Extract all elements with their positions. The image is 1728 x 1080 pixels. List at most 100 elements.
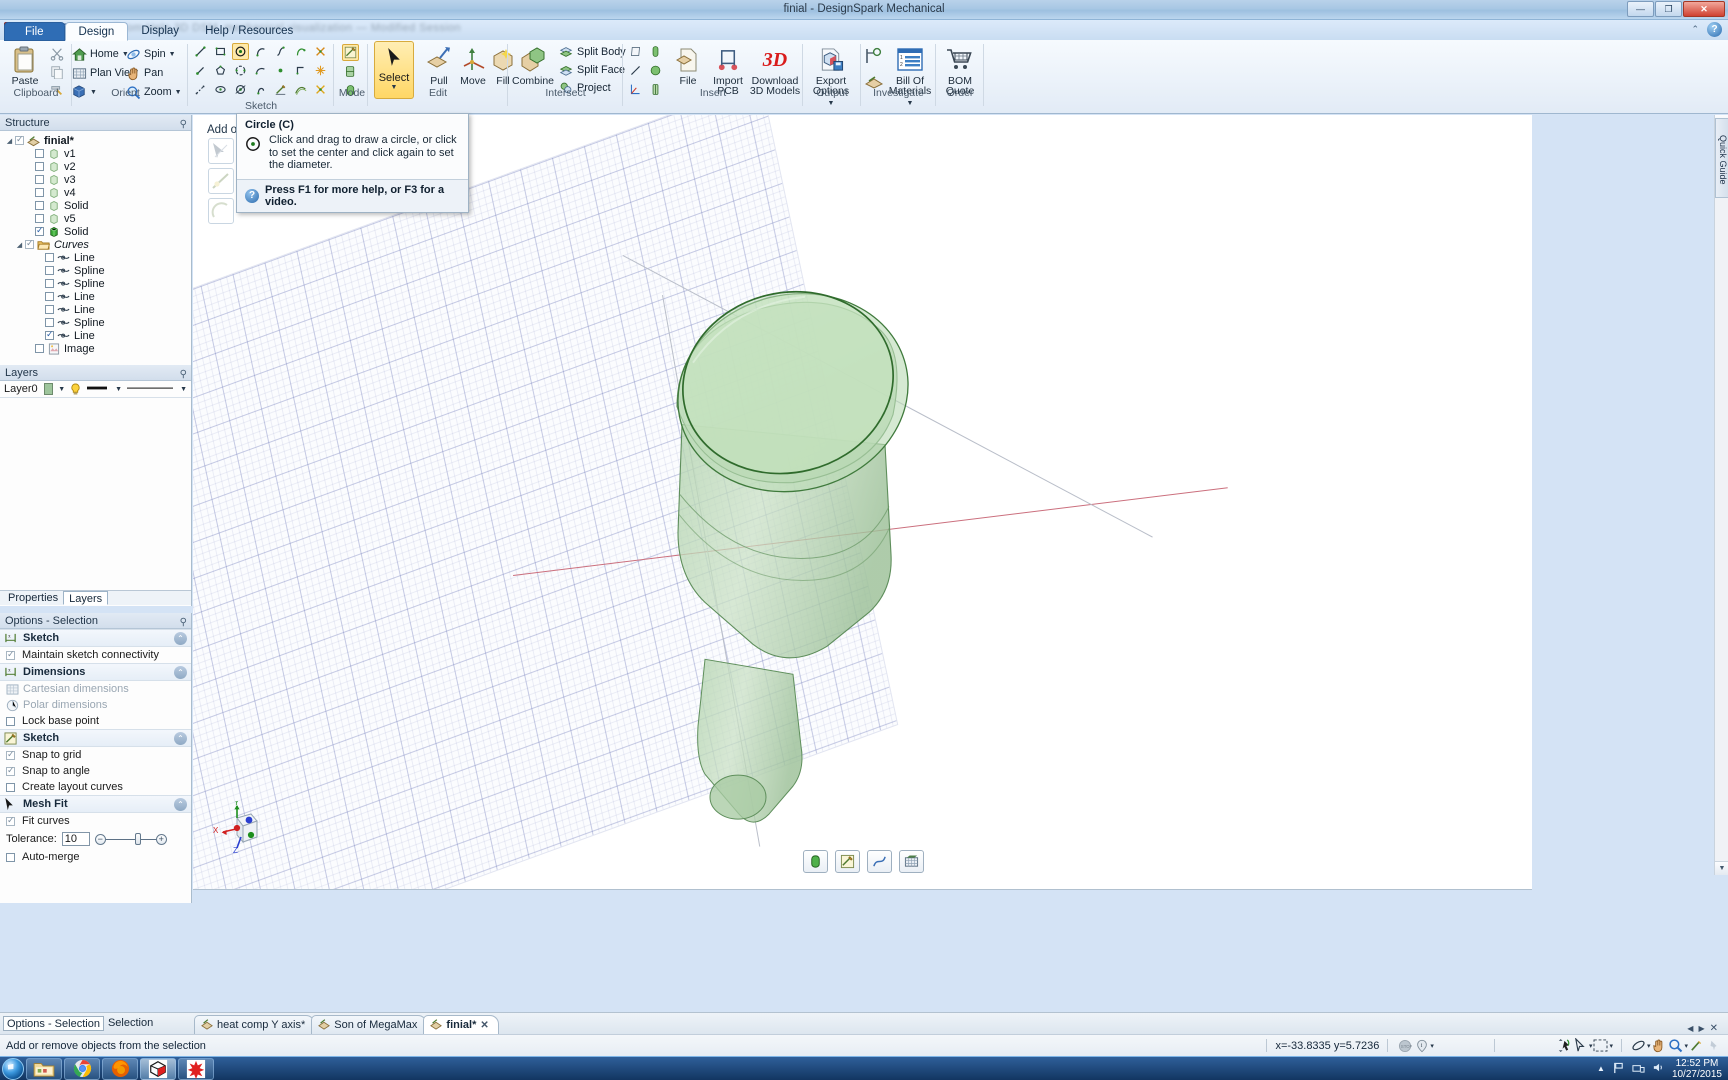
trim-away-icon[interactable] <box>312 43 329 60</box>
taskbar-file-explorer[interactable] <box>26 1057 62 1080</box>
circle-tangent-icon[interactable] <box>232 81 249 98</box>
export-options-dropdown-icon[interactable]: ▼ <box>828 100 835 107</box>
option-snap-to-grid[interactable]: Snap to grid <box>0 747 191 763</box>
slider-knob[interactable] <box>134 833 141 845</box>
tangent-arc-icon[interactable] <box>252 43 269 60</box>
option-fit-curves[interactable]: Fit curves <box>0 813 191 829</box>
show-curves-button[interactable] <box>867 850 892 873</box>
sweep-arc-icon[interactable] <box>252 81 269 98</box>
mini-arc-tool[interactable] <box>208 198 234 224</box>
visibility-checkbox[interactable] <box>35 214 44 223</box>
spin-button[interactable]: Spin ▼ <box>125 46 176 62</box>
color-dropdown-icon[interactable]: ▼ <box>58 386 65 393</box>
layer-row[interactable]: Layer0 ▼ ▼ ▼ <box>0 381 191 398</box>
option-checkbox[interactable] <box>6 782 15 792</box>
ribbon-collapse-icon[interactable]: ⌃ <box>1691 24 1699 35</box>
tolerance-input[interactable]: 10 <box>61 832 90 846</box>
line-axis-icon[interactable] <box>627 62 644 79</box>
visibility-checkbox[interactable] <box>35 201 44 210</box>
tree-item-line[interactable]: Line <box>0 329 191 342</box>
doc-tab-scroll-right-icon[interactable]: ▶ <box>1698 1024 1704 1033</box>
pin-icon[interactable]: ⚲ <box>180 117 187 133</box>
orientation-gizmo[interactable]: Y X Z <box>209 801 269 861</box>
insert-file-button[interactable]: File <box>665 44 711 87</box>
chevron-up-icon[interactable]: ⌃ <box>174 798 187 811</box>
network-icon[interactable] <box>1632 1061 1645 1077</box>
polygon-icon[interactable] <box>212 62 229 79</box>
tree-item-line[interactable]: Line <box>0 290 191 303</box>
section-mode-icon[interactable] <box>342 63 359 80</box>
visibility-checkbox[interactable] <box>15 134 24 145</box>
box-select-dropdown-icon[interactable]: ▾ <box>1609 1042 1613 1050</box>
start-orb-icon[interactable] <box>2 1057 24 1080</box>
dashed-line-icon[interactable] <box>192 81 209 98</box>
split-face-button[interactable]: Split Face <box>558 62 625 78</box>
taskbar-clock[interactable]: 12:52 PM 10/27/2015 <box>1672 1058 1722 1080</box>
option-checkbox[interactable] <box>6 749 15 760</box>
option-checkbox[interactable] <box>6 649 15 660</box>
doc-tab-scroll-left-icon[interactable]: ◀ <box>1687 1024 1693 1033</box>
visibility-checkbox[interactable] <box>45 329 54 340</box>
box-select-icon[interactable] <box>1592 1037 1609 1054</box>
show-grid-button[interactable] <box>899 850 924 873</box>
doc-tab-close-icon[interactable]: ✕ <box>1710 1023 1718 1034</box>
pan-button[interactable]: Pan <box>125 65 163 81</box>
line-weight-dropdown-icon[interactable]: ▼ <box>180 386 187 393</box>
taskbar-designspark-mechanical[interactable] <box>140 1057 176 1080</box>
chevron-up-icon[interactable]: ⌃ <box>174 666 187 679</box>
select-tool-icon[interactable] <box>1572 1037 1589 1054</box>
split-curve-icon[interactable] <box>312 81 329 98</box>
expander-icon[interactable]: ◢ <box>4 137 15 145</box>
stop-icon[interactable]: STOP <box>1396 1037 1413 1054</box>
minimize-button[interactable]: — <box>1627 1 1654 17</box>
tree-item-v4[interactable]: v4 <box>0 186 191 199</box>
tree-item-v1[interactable]: v1 <box>0 147 191 160</box>
pan-hand-icon[interactable] <box>1650 1037 1667 1054</box>
tree-item-line[interactable]: Line <box>0 303 191 316</box>
visibility-checkbox[interactable] <box>25 238 34 249</box>
split-body-button[interactable]: Split Body <box>558 44 626 60</box>
volume-icon[interactable] <box>1652 1061 1665 1077</box>
close-button[interactable]: ✕ <box>1683 1 1725 17</box>
line-style-dropdown-icon[interactable]: ▼ <box>115 386 122 393</box>
visibility-checkbox[interactable] <box>35 149 44 158</box>
tree-item-line[interactable]: Line <box>0 251 191 264</box>
option-create-layout-curves[interactable]: Create layout curves <box>0 779 191 795</box>
help-circle-icon[interactable]: ? <box>1707 22 1722 37</box>
spin-tool-icon[interactable] <box>1555 1037 1572 1054</box>
tree-item-v2[interactable]: v2 <box>0 160 191 173</box>
line-weight-icon[interactable] <box>127 383 175 396</box>
paste-button[interactable]: Paste <box>2 44 48 87</box>
zoom-magnifier-icon[interactable] <box>1667 1037 1684 1054</box>
arc-3point-icon[interactable] <box>292 43 309 60</box>
circle-icon[interactable] <box>232 43 249 60</box>
construction-point-icon[interactable] <box>312 62 329 79</box>
document-tab-finial[interactable]: finial* ✕ <box>423 1015 499 1034</box>
visibility-checkbox[interactable] <box>35 175 44 184</box>
line-icon[interactable] <box>192 43 209 60</box>
line-point-icon[interactable] <box>192 62 209 79</box>
maximize-button[interactable]: ❐ <box>1655 1 1682 17</box>
tolerance-slider[interactable]: − + <box>94 832 167 846</box>
option-checkbox[interactable] <box>6 716 15 726</box>
rectangle-icon[interactable] <box>212 43 229 60</box>
lightbulb-icon[interactable] <box>70 383 81 395</box>
options-section-mesh-fit[interactable]: Mesh Fit ⌃ <box>0 795 191 813</box>
measure-icon[interactable] <box>863 45 885 67</box>
layer-color-swatch[interactable] <box>43 383 54 395</box>
option-checkbox[interactable] <box>6 815 15 826</box>
tab-file[interactable]: File <box>4 22 65 41</box>
taskbar-google-chrome[interactable] <box>64 1057 100 1080</box>
edit-sketch-icon[interactable] <box>272 81 289 98</box>
home-button[interactable]: Home ▼ <box>71 46 129 62</box>
option-lock-base-point[interactable]: Lock base point <box>0 713 191 729</box>
spline-icon[interactable] <box>272 43 289 60</box>
three-point-circle-icon[interactable] <box>232 62 249 79</box>
orbit-icon[interactable] <box>1630 1037 1647 1054</box>
tree-item-spline[interactable]: Spline <box>0 277 191 290</box>
viewport-vertical-scrollbar[interactable]: ▲ ▼ <box>1714 115 1728 875</box>
document-tab-son-of-megamax[interactable]: Son of MegaMax <box>311 1015 428 1034</box>
info-icon[interactable]: i <box>1413 1037 1430 1054</box>
combine-button[interactable]: Combine <box>510 44 556 87</box>
options-section-sketch[interactable]: x Sketch ⌃ <box>0 629 191 647</box>
